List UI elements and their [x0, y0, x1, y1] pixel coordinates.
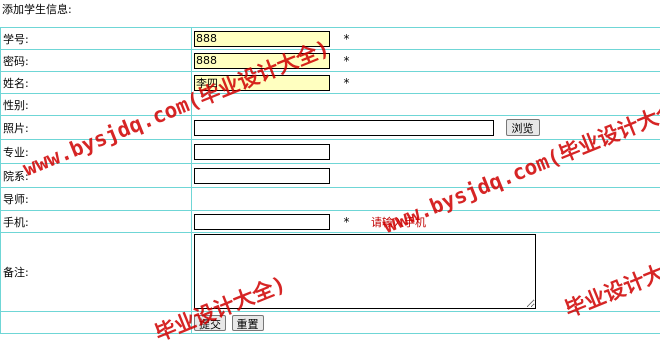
advisor-cell	[192, 188, 660, 211]
student-id-label: 学号:	[1, 28, 192, 50]
major-cell	[192, 140, 660, 164]
photo-path-input[interactable]	[194, 120, 494, 136]
form-row-password: 密码: *	[1, 50, 660, 72]
phone-input[interactable]	[194, 214, 330, 230]
name-label: 姓名:	[1, 72, 192, 94]
remarks-textarea[interactable]	[194, 234, 536, 309]
gender-label: 性别:	[1, 94, 192, 116]
department-cell	[192, 164, 660, 188]
required-mark: *	[344, 76, 350, 90]
student-id-cell: *	[192, 28, 660, 50]
form-row-student-id: 学号: *	[1, 28, 660, 50]
name-cell: *	[192, 72, 660, 94]
form-row-department: 院系:	[1, 164, 660, 188]
password-input[interactable]	[194, 53, 330, 69]
department-label: 院系:	[1, 164, 192, 188]
required-mark: *	[344, 32, 350, 46]
phone-hint: 请输入手机	[371, 216, 426, 229]
remarks-label: 备注:	[1, 233, 192, 312]
reset-button[interactable]: 重置	[232, 315, 264, 331]
actions-cell: 提交 重置	[192, 312, 660, 334]
phone-cell: * 请输入手机	[192, 211, 660, 233]
major-label: 专业:	[1, 140, 192, 164]
student-form: 学号: * 密码: * 姓名: * 性别: 照片: 浏览 专业:	[0, 27, 660, 334]
remarks-cell	[192, 233, 660, 312]
required-mark: *	[344, 215, 350, 229]
student-id-input[interactable]	[194, 31, 330, 47]
form-row-name: 姓名: *	[1, 72, 660, 94]
password-cell: *	[192, 50, 660, 72]
form-row-major: 专业:	[1, 140, 660, 164]
advisor-label: 导师:	[1, 188, 192, 211]
form-row-gender: 性别:	[1, 94, 660, 116]
submit-button[interactable]: 提交	[194, 315, 226, 331]
password-label: 密码:	[1, 50, 192, 72]
form-row-remarks: 备注:	[1, 233, 660, 312]
name-input[interactable]	[194, 75, 330, 91]
form-row-advisor: 导师:	[1, 188, 660, 211]
gender-cell	[192, 94, 660, 116]
form-row-phone: 手机: * 请输入手机	[1, 211, 660, 233]
photo-cell: 浏览	[192, 116, 660, 140]
actions-spacer	[1, 312, 192, 334]
photo-label: 照片:	[1, 116, 192, 140]
browse-button[interactable]: 浏览	[506, 119, 540, 136]
major-input[interactable]	[194, 144, 330, 160]
department-input[interactable]	[194, 168, 330, 184]
required-mark: *	[344, 54, 350, 68]
form-row-actions: 提交 重置	[1, 312, 660, 334]
page-title: 添加学生信息:	[2, 1, 72, 17]
phone-label: 手机:	[1, 211, 192, 233]
form-row-photo: 照片: 浏览	[1, 116, 660, 140]
